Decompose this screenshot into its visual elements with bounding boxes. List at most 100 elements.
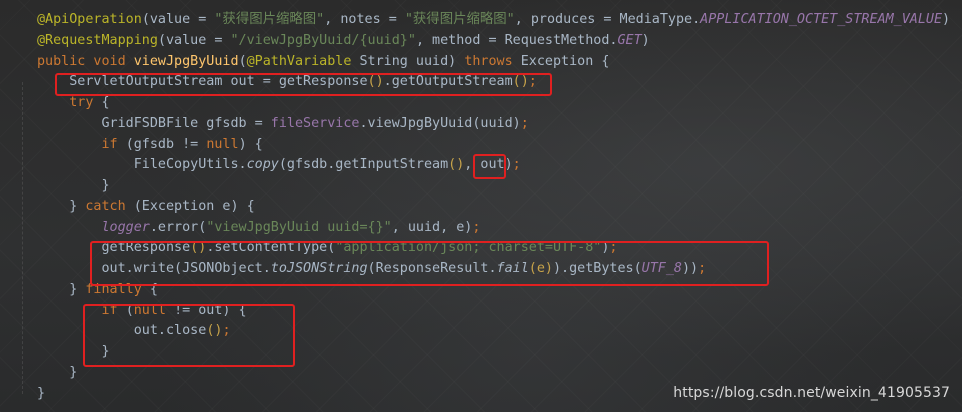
code-token: (): [206, 323, 223, 339]
code-token: GridFSDBFile gfsdb =: [37, 115, 271, 131]
code-line[interactable]: } finally {: [37, 280, 950, 301]
watermark: https://blog.csdn.net/weixin_41905537: [673, 385, 950, 401]
code-token: ServletOutputStream out = getResponse: [37, 74, 368, 90]
code-token: finally: [85, 281, 150, 297]
code-token: (): [367, 74, 384, 90]
code-token: (): [448, 157, 465, 173]
code-token: (: [238, 53, 247, 69]
code-token: Exception {: [520, 53, 610, 69]
code-token: UTF_8: [641, 261, 682, 276]
code-token: viewJpgByUuid: [133, 53, 239, 69]
code-token: (value =: [141, 12, 215, 27]
code-token: GET: [617, 32, 642, 48]
code-token: catch: [85, 198, 134, 214]
code-token: "viewJpgByUuid uuid={}": [206, 219, 392, 235]
code-token: }: [37, 385, 46, 401]
code-line[interactable]: @RequestMapping(value = "/viewJpgByUuid/…: [37, 31, 950, 52]
code-token: , notes =: [324, 12, 405, 27]
code-token: .error(: [149, 219, 207, 235]
code-token: "获得图片缩略图": [214, 12, 325, 27]
code-token: @PathVariable: [246, 53, 360, 69]
code-line[interactable]: out.close();: [37, 321, 950, 342]
code-token: null: [133, 302, 175, 318]
code-token: (ResponseResult.: [367, 261, 497, 276]
code-line[interactable]: GridFSDBFile gfsdb = fileService.viewJpg…: [37, 114, 950, 135]
code-token: (gfsdb.getInputStream: [278, 157, 449, 173]
code-area[interactable]: @ApiOperation(value = "获得图片缩略图", notes =…: [37, 10, 950, 404]
code-token: FileCopyUtils.: [37, 157, 247, 173]
code-token: copy: [246, 157, 279, 173]
code-token: ): [641, 32, 650, 48]
code-token: , uuid, e): [391, 219, 473, 235]
code-token: ;: [609, 240, 618, 256]
code-token: "/viewJpgByUuid/{uuid}": [230, 32, 416, 48]
code-token: ;: [698, 261, 707, 276]
code-line[interactable]: if (gfsdb != null) {: [37, 135, 950, 156]
code-line[interactable]: }: [37, 363, 950, 384]
code-token: , produces = MediaType.: [514, 12, 701, 27]
code-token: out.write(JSONObject.: [37, 261, 271, 276]
code-token: out.close: [37, 323, 207, 339]
code-token: (e): [528, 261, 553, 276]
code-token: ) {: [238, 136, 263, 152]
code-token: ): [504, 157, 513, 173]
code-editor[interactable]: @ApiOperation(value = "获得图片缩略图", notes =…: [0, 0, 962, 412]
code-token: fail: [496, 261, 529, 276]
code-token: @ApiOperation: [37, 12, 142, 27]
code-token: getResponse: [37, 240, 191, 256]
code-token: {: [101, 95, 110, 110]
code-line[interactable]: if (null != out) {: [37, 301, 950, 322]
code-token: (): [190, 240, 207, 256]
code-token: fileService: [270, 115, 360, 131]
code-token: ).getBytes(: [552, 261, 642, 276]
code-token: .getOutputStream: [383, 74, 513, 90]
code-token: (gfsdb !=: [125, 136, 207, 152]
code-line[interactable]: public void viewJpgByUuid(@PathVariable …: [37, 52, 950, 73]
code-token: "获得图片缩略图": [404, 12, 515, 27]
code-line[interactable]: logger.error("viewJpgByUuid uuid={}", uu…: [37, 218, 950, 239]
code-token: (): [512, 74, 529, 90]
code-line[interactable]: getResponse().setContentType("applicatio…: [37, 238, 950, 259]
code-line[interactable]: }: [37, 176, 950, 197]
code-token: }: [37, 198, 86, 214]
code-token: }: [37, 281, 86, 297]
code-token: , out: [464, 157, 505, 173]
code-token: throws: [464, 53, 521, 69]
code-token: "application/json; charset=UTF-8": [335, 240, 602, 256]
code-token: @RequestMapping: [37, 32, 158, 48]
code-token: , method = RequestMethod.: [415, 32, 618, 48]
code-line[interactable]: try {: [37, 93, 950, 114]
code-token: .setContentType(: [206, 240, 336, 256]
code-token: ;: [528, 74, 537, 90]
code-token: }: [37, 178, 110, 193]
code-token: String uuid): [359, 53, 465, 69]
code-line[interactable]: } catch (Exception e) {: [37, 197, 950, 218]
code-token: logger: [101, 219, 150, 235]
code-token: if: [101, 302, 126, 318]
code-line[interactable]: FileCopyUtils.copy(gfsdb.getInputStream(…: [37, 155, 950, 176]
code-token: (Exception e) {: [133, 198, 255, 214]
code-token: (: [125, 302, 134, 318]
code-token: ;: [222, 323, 231, 339]
code-token: ;: [520, 115, 529, 131]
code-token: try: [69, 95, 102, 110]
code-token: (value =: [157, 32, 231, 48]
code-line[interactable]: }: [37, 342, 950, 363]
code-token: ;: [512, 157, 521, 173]
editor-gutter: [0, 0, 30, 412]
code-token: {: [149, 281, 158, 297]
code-token: null: [206, 136, 239, 152]
indent-guide: [22, 82, 23, 394]
code-line[interactable]: ServletOutputStream out = getResponse().…: [37, 72, 950, 93]
code-token: ;: [472, 219, 481, 235]
code-token: toJSONString: [270, 261, 368, 276]
code-line[interactable]: @ApiOperation(value = "获得图片缩略图", notes =…: [37, 10, 950, 31]
code-token: APPLICATION_OCTET_STREAM_VALUE: [700, 12, 943, 27]
code-token: public void: [37, 53, 134, 69]
code-line[interactable]: out.write(JSONObject.toJSONString(Respon…: [37, 259, 950, 280]
code-token: }: [37, 344, 110, 359]
